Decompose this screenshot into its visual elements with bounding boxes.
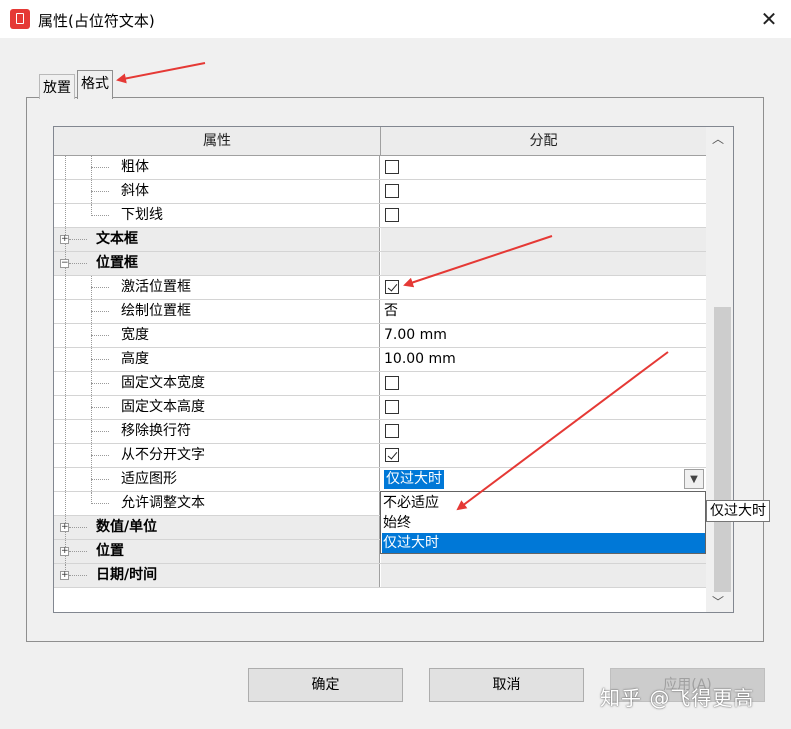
cancel-button[interactable]: 取消: [429, 668, 584, 702]
grid-row-fixed-height[interactable]: 固定文本高度: [54, 396, 706, 420]
dropdown-option[interactable]: 不必适应: [382, 493, 705, 513]
row-label: 激活位置框: [121, 279, 191, 295]
group-label: 文本框: [96, 231, 138, 247]
grid-row-activate-frame[interactable]: 激活位置框: [54, 276, 706, 300]
underline-checkbox[interactable]: [385, 208, 399, 222]
group-label: 数值/单位: [96, 519, 158, 535]
row-label: 斜体: [121, 183, 149, 199]
fixed-width-checkbox[interactable]: [385, 376, 399, 390]
expand-icon[interactable]: +: [60, 571, 69, 580]
grid-row-draw-frame[interactable]: 绘制位置框 否: [54, 300, 706, 324]
row-label: 固定文本宽度: [121, 375, 205, 391]
grid-group-textbox[interactable]: + 文本框: [54, 228, 706, 252]
row-label: 允许调整文本: [121, 495, 205, 511]
arrow-to-format-tab: [116, 62, 206, 84]
activate-frame-checkbox[interactable]: [385, 280, 399, 294]
grid-row-underline[interactable]: 下划线: [54, 204, 706, 228]
chevron-down-icon[interactable]: ▼: [684, 469, 704, 489]
grid-group-datetime[interactable]: + 日期/时间: [54, 564, 706, 588]
row-label: 移除换行符: [121, 423, 191, 439]
group-label: 位置框: [96, 255, 138, 271]
grid-row-width[interactable]: 宽度 7.00 mm: [54, 324, 706, 348]
fit-shape-combobox[interactable]: 仅过大时 ▼: [381, 468, 706, 491]
fit-shape-dropdown-list[interactable]: 不必适应 始终 仅过大时: [380, 491, 706, 554]
tooltip: 仅过大时: [706, 500, 770, 522]
scroll-up-icon[interactable]: ︿: [712, 130, 724, 147]
fixed-height-checkbox[interactable]: [385, 400, 399, 414]
combobox-selected-value: 仅过大时: [384, 470, 444, 489]
grid-row-fixed-width[interactable]: 固定文本宽度: [54, 372, 706, 396]
ok-button[interactable]: 确定: [248, 668, 403, 702]
app-icon: [10, 9, 30, 29]
row-label: 固定文本高度: [121, 399, 205, 415]
row-label: 高度: [121, 351, 149, 367]
dropdown-option-selected[interactable]: 仅过大时: [382, 533, 705, 553]
window-title: 属性(占位符文本): [38, 12, 155, 30]
grid-row-height[interactable]: 高度 10.00 mm: [54, 348, 706, 372]
scrollbar-thumb[interactable]: [714, 307, 731, 592]
draw-frame-value[interactable]: 否: [381, 300, 706, 323]
expand-icon[interactable]: +: [60, 235, 69, 244]
collapse-icon[interactable]: −: [60, 259, 69, 268]
column-header-value[interactable]: 分配: [381, 127, 706, 156]
group-label: 位置: [96, 543, 124, 559]
row-label: 适应图形: [121, 471, 177, 487]
group-label: 日期/时间: [96, 567, 158, 583]
scroll-down-icon[interactable]: ﹀: [712, 593, 724, 610]
width-value[interactable]: 7.00 mm: [381, 324, 706, 347]
column-header-property[interactable]: 属性: [54, 127, 381, 156]
dropdown-option[interactable]: 始终: [382, 513, 705, 533]
grid-row-bold[interactable]: 粗体: [54, 156, 706, 180]
bold-checkbox[interactable]: [385, 160, 399, 174]
row-label: 下划线: [121, 207, 163, 223]
never-split-checkbox[interactable]: [385, 448, 399, 462]
close-button[interactable]: ✕: [752, 2, 786, 36]
row-label: 宽度: [121, 327, 149, 343]
grid-row-remove-linebreaks[interactable]: 移除换行符: [54, 420, 706, 444]
expand-icon[interactable]: +: [60, 523, 69, 532]
row-label: 绘制位置框: [121, 303, 191, 319]
grid-group-position-frame[interactable]: − 位置框: [54, 252, 706, 276]
italic-checkbox[interactable]: [385, 184, 399, 198]
height-value[interactable]: 10.00 mm: [381, 348, 706, 371]
grid-row-italic[interactable]: 斜体: [54, 180, 706, 204]
row-label: 从不分开文字: [121, 447, 205, 463]
expand-icon[interactable]: +: [60, 547, 69, 556]
remove-linebreaks-checkbox[interactable]: [385, 424, 399, 438]
tab-placement[interactable]: 放置: [39, 74, 75, 99]
watermark: 知乎 @飞得更高: [600, 686, 755, 710]
tab-format[interactable]: 格式: [77, 70, 113, 99]
row-label: 粗体: [121, 159, 149, 175]
close-icon: ✕: [760, 7, 778, 31]
grid-row-never-split[interactable]: 从不分开文字: [54, 444, 706, 468]
